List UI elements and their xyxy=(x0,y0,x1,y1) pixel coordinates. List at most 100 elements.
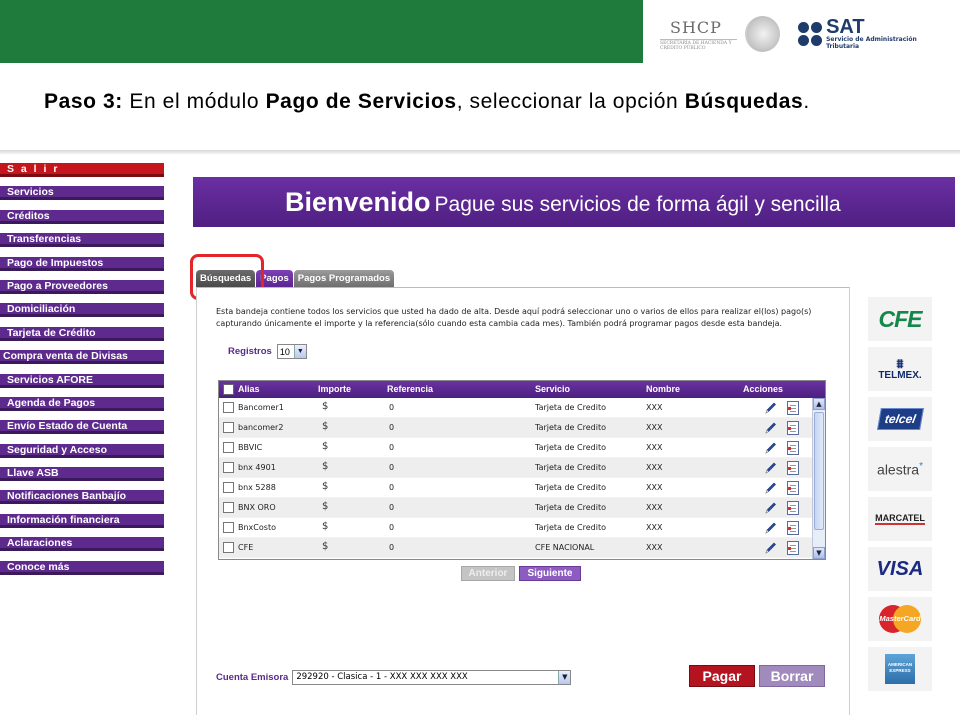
prev-button[interactable]: Anterior xyxy=(461,566,515,581)
edit-pencil-icon[interactable] xyxy=(763,401,777,415)
cell-servicio: Tarjeta de Credito xyxy=(535,463,606,472)
instruction-module: Pago de Servicios xyxy=(265,90,457,113)
cuenta-select[interactable]: 292920 - Clasica - 1 - XXX XXX XXX XXX ▼ xyxy=(292,670,572,685)
table-row: BNX ORO $0 Tarjeta de Credito XXX xyxy=(219,498,813,518)
document-icon[interactable] xyxy=(787,541,799,555)
table-row: bancomer2 $0 Tarjeta de Credito XXX xyxy=(219,418,813,438)
sidebar-item-domiciliacion[interactable]: Domiciliación xyxy=(0,303,164,318)
row-checkbox[interactable] xyxy=(223,442,234,453)
sidebar-item-aclaraciones[interactable]: Aclaraciones xyxy=(0,537,164,552)
table-row: CFE $0 CFE NACIONAL XXX xyxy=(219,538,813,558)
document-icon[interactable] xyxy=(787,481,799,495)
sidebar-item-transferencias[interactable]: Transferencias xyxy=(0,233,164,248)
edit-pencil-icon[interactable] xyxy=(763,541,777,555)
sidebar-item-notificaciones[interactable]: Notificaciones Banbajío xyxy=(0,490,164,505)
borrar-button[interactable]: Borrar xyxy=(759,665,825,687)
document-icon[interactable] xyxy=(787,441,799,455)
instruction-part: . xyxy=(803,90,810,113)
table-scrollbar[interactable]: ▲ ▼ xyxy=(812,398,825,559)
visa-logo[interactable]: VISA xyxy=(868,547,932,591)
sidebar-item-salir[interactable]: S a l i r xyxy=(0,163,164,177)
cuenta-label: Cuenta Emisora xyxy=(216,672,289,683)
cell-servicio: Tarjeta de Credito xyxy=(535,443,606,452)
document-icon[interactable] xyxy=(787,521,799,535)
cell-servicio: Tarjeta de Credito xyxy=(535,423,606,432)
pagar-button[interactable]: Pagar xyxy=(689,665,755,687)
table-row: bnx 4901 $0 Tarjeta de Credito XXX xyxy=(219,458,813,478)
document-icon[interactable] xyxy=(787,501,799,515)
telcel-logo[interactable]: telcel xyxy=(868,397,932,441)
col-alias: Alias xyxy=(238,384,260,394)
row-checkbox[interactable] xyxy=(223,482,234,493)
table-row: bnx 5288 $0 Tarjeta de Credito XXX xyxy=(219,478,813,498)
sidebar-item-creditos[interactable]: Créditos xyxy=(0,209,164,224)
cell-servicio: Tarjeta de Credito xyxy=(535,483,606,492)
sidebar-item-seguridad[interactable]: Seguridad y Acceso xyxy=(0,443,164,458)
registros-value: 10 xyxy=(279,346,290,357)
sidebar-item-pago-impuestos[interactable]: Pago de Impuestos xyxy=(0,256,164,271)
select-all-checkbox[interactable] xyxy=(223,384,234,395)
row-checkbox[interactable] xyxy=(223,542,234,553)
edit-pencil-icon[interactable] xyxy=(763,501,777,515)
shcp-title: SHCP xyxy=(670,17,722,37)
row-checkbox[interactable] xyxy=(223,502,234,513)
telmex-logo[interactable]: ⩩ TELMEX. xyxy=(868,347,932,391)
sidebar-item-afore[interactable]: Servicios AFORE xyxy=(0,373,164,388)
cell-referencia: 0 xyxy=(389,503,395,512)
sidebar-menu: S a l i r Servicios Créditos Transferenc… xyxy=(0,163,164,584)
next-button[interactable]: Siguiente xyxy=(519,566,581,581)
document-icon[interactable] xyxy=(787,421,799,435)
alestra-logo[interactable]: alestra* xyxy=(868,447,932,491)
marcatel-logo[interactable]: MARCATEL xyxy=(868,497,932,541)
cell-alias: Bancomer1 xyxy=(238,403,284,412)
document-icon[interactable] xyxy=(787,461,799,475)
table-row: Bancomer1 $0 Tarjeta de Credito XXX xyxy=(219,398,813,418)
col-acciones: Acciones xyxy=(743,384,784,394)
scroll-down-icon[interactable]: ▼ xyxy=(813,547,825,559)
sidebar-item-tarjeta-credito[interactable]: Tarjeta de Crédito xyxy=(0,326,164,341)
instruction-step: Paso 3: xyxy=(44,90,123,113)
provider-logos: CFE ⩩ TELMEX. telcel alestra* MARCATEL VI… xyxy=(868,297,934,697)
row-checkbox[interactable] xyxy=(223,422,234,433)
mastercard-logo[interactable]: MasterCard xyxy=(868,597,932,641)
amex-logo[interactable]: AMERICAN EXPRESS xyxy=(868,647,932,691)
cell-nombre: XXX xyxy=(646,463,663,472)
cell-alias: BNX ORO xyxy=(238,503,276,512)
cfe-logo[interactable]: CFE xyxy=(868,297,932,341)
cell-importe: $ xyxy=(322,541,329,552)
table-body: Bancomer1 $0 Tarjeta de Credito XXX bancomer… xyxy=(219,398,813,558)
instruction-option: Búsquedas xyxy=(684,90,804,113)
row-checkbox[interactable] xyxy=(223,402,234,413)
amex-logo-text: AMERICAN EXPRESS xyxy=(885,654,915,684)
sidebar-item-servicios[interactable]: Servicios xyxy=(0,186,164,201)
chevron-down-icon: ▼ xyxy=(558,671,571,684)
cell-nombre: XXX xyxy=(646,483,663,492)
scroll-thumb[interactable] xyxy=(814,412,824,530)
edit-pencil-icon[interactable] xyxy=(763,481,777,495)
sidebar-item-agenda-pagos[interactable]: Agenda de Pagos xyxy=(0,396,164,411)
row-checkbox[interactable] xyxy=(223,522,234,533)
edit-pencil-icon[interactable] xyxy=(763,461,777,475)
sidebar-item-estado-cuenta[interactable]: Envío Estado de Cuenta xyxy=(0,420,164,435)
edit-pencil-icon[interactable] xyxy=(763,441,777,455)
edit-pencil-icon[interactable] xyxy=(763,421,777,435)
scroll-up-icon[interactable]: ▲ xyxy=(813,398,825,410)
edit-pencil-icon[interactable] xyxy=(763,521,777,535)
sidebar-item-llave-asb[interactable]: Llave ASB xyxy=(0,467,164,482)
panel-description: Esta bandeja contiene todos los servicio… xyxy=(216,307,812,328)
sidebar-item-conoce-mas[interactable]: Conoce más xyxy=(0,560,164,575)
row-checkbox[interactable] xyxy=(223,462,234,473)
cell-alias: bnx 5288 xyxy=(238,483,276,492)
registros-select[interactable]: 10 ▼ xyxy=(276,344,307,359)
cell-referencia: 0 xyxy=(389,463,395,472)
tab-pagos-programados[interactable]: Pagos Programados xyxy=(293,270,395,287)
cell-referencia: 0 xyxy=(389,403,395,412)
sidebar-item-divisas[interactable]: Compra venta de Divisas xyxy=(0,350,164,365)
col-nombre: Nombre xyxy=(646,384,681,394)
document-icon[interactable] xyxy=(787,401,799,415)
cell-importe: $ xyxy=(322,421,329,432)
registros-control: Registros 10 ▼ xyxy=(228,344,307,359)
sidebar-item-pago-proveedores[interactable]: Pago a Proveedores xyxy=(0,279,164,294)
banner-title: Bienvenido xyxy=(285,187,431,217)
sidebar-item-informacion[interactable]: Información financiera xyxy=(0,513,164,528)
